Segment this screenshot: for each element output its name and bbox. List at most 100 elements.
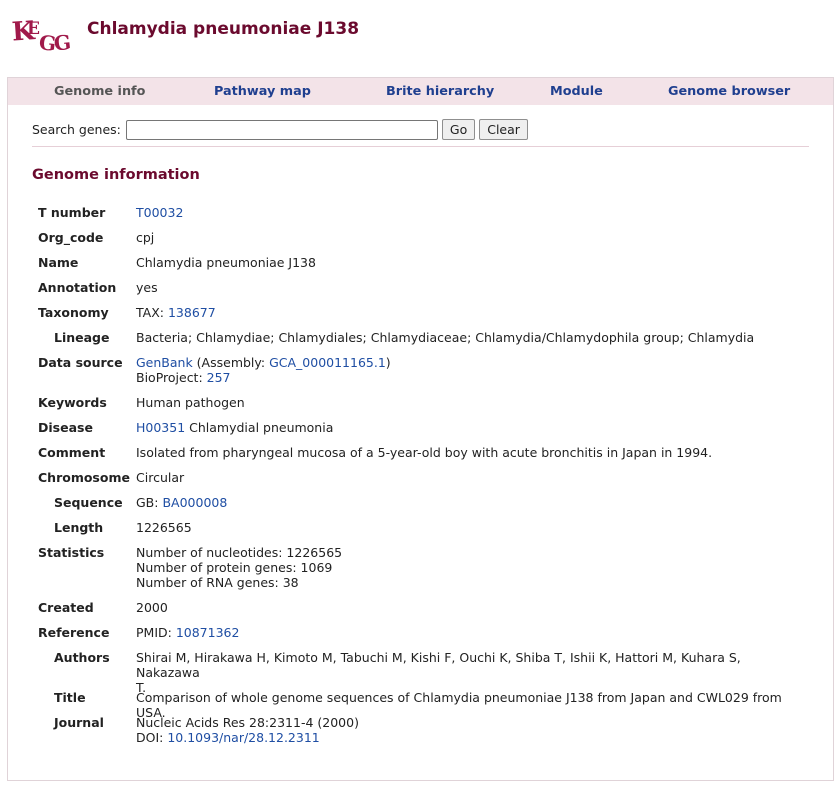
row-label: Annotation [38,280,117,295]
value-line: Isolated from pharyngeal mucosa of a 5-y… [136,445,801,460]
value-text: yes [136,280,158,295]
value-line: Circular [136,470,801,485]
row-label: Disease [38,420,93,435]
value-link[interactable]: 10871362 [176,625,240,640]
value-link[interactable]: 257 [207,370,231,385]
row-label: Lineage [54,330,110,345]
row-label: Data source [38,355,123,370]
row-label: Statistics [38,545,105,560]
row-label: Reference [38,625,110,640]
value-line: Bacteria; Chlamydiae; Chlamydiales; Chla… [136,330,801,345]
search-input[interactable] [125,119,438,140]
row-label: Org_code [38,230,104,245]
value-line: cpj [136,230,801,245]
row-label: Length [54,520,104,535]
value-line: yes [136,280,801,295]
value-line: TAX: 138677 [136,305,801,320]
row-value: H00351 Chlamydial pneumonia [136,420,801,435]
row-label: Journal [54,715,104,730]
value-link[interactable]: GenBank [136,355,193,370]
value-line: GB: BA000008 [136,495,801,510]
value-link[interactable]: 138677 [168,305,216,320]
value-line: Shirai M, Hirakawa H, Kimoto M, Tabuchi … [136,650,801,680]
go-button[interactable]: Go [441,119,476,140]
value-line: GenBank (Assembly: GCA_000011165.1) [136,355,801,370]
clear-button[interactable]: Clear [479,119,528,140]
value-text: 1226565 [136,520,192,535]
value-link[interactable]: H00351 [136,420,185,435]
divider [32,146,809,147]
row-label: Taxonomy [38,305,109,320]
value-link[interactable]: T00032 [136,205,183,220]
page-title: Chlamydia pneumoniae J138 [87,19,360,39]
value-link[interactable]: 10.1093/nar/28.12.2311 [167,730,319,745]
tab-pathway-map[interactable]: Pathway map [214,84,311,99]
content-frame: Genome info Pathway map Brite hierarchy … [7,77,834,781]
row-value: GB: BA000008 [136,495,801,510]
row-label: Name [38,255,79,270]
value-text: Chlamydial pneumonia [185,420,334,435]
value-line: DOI: 10.1093/nar/28.12.2311 [136,730,801,745]
row-value: Circular [136,470,801,485]
value-text: Nucleic Acids Res 28:2311-4 (2000) [136,715,359,730]
value-link[interactable]: GCA_000011165.1 [269,355,386,370]
value-text: cpj [136,230,155,245]
row-value: cpj [136,230,801,245]
value-text: TAX: [136,305,168,320]
value-line: BioProject: 257 [136,370,801,385]
value-text: Bacteria; Chlamydiae; Chlamydiales; Chla… [136,330,755,345]
row-value: Nucleic Acids Res 28:2311-4 (2000) DOI: 1… [136,715,801,745]
row-value: T00032 [136,205,801,220]
value-line: 2000 [136,600,801,615]
row-value: Chlamydia pneumoniae J138 [136,255,801,270]
value-text: DOI: [136,730,168,745]
row-value: Shirai M, Hirakawa H, Kimoto M, Tabuchi … [136,650,801,695]
value-text: PMID: [136,625,176,640]
nav-bar: Genome info Pathway map Brite hierarchy … [8,78,833,105]
header: K E G G Chlamydia pneumoniae J138 [0,0,840,72]
row-label: T number [38,205,106,220]
tab-module[interactable]: Module [550,84,603,99]
tab-genome-info[interactable]: Genome info [54,84,145,99]
value-line: Number of RNA genes: 38 [136,575,801,590]
value-line: Chlamydia pneumoniae J138 [136,255,801,270]
svg-text:G: G [53,30,72,56]
value-line: H00351 Chlamydial pneumonia [136,420,801,435]
value-line: 1226565 [136,520,801,535]
row-label: Sequence [54,495,123,510]
row-value: 1226565 [136,520,801,535]
value-line: Human pathogen [136,395,801,410]
value-text: Number of protein genes: 1069 [136,560,333,575]
tab-genome-browser[interactable]: Genome browser [668,84,790,99]
value-text: BioProject: [136,370,207,385]
row-value: Human pathogen [136,395,801,410]
row-label: Keywords [38,395,107,410]
row-value: 2000 [136,600,801,615]
value-text: Human pathogen [136,395,245,410]
row-value: Number of nucleotides: 1226565 Number of … [136,545,801,590]
value-line: Nucleic Acids Res 28:2311-4 (2000) [136,715,801,730]
value-text: GB: [136,495,163,510]
svg-text:E: E [27,19,40,39]
value-text: (Assembly: [192,355,270,370]
row-label: Created [38,600,94,615]
row-label: Title [54,690,86,705]
search-label: Search genes: [32,122,121,137]
row-value: yes [136,280,801,295]
value-text: Number of RNA genes: 38 [136,575,299,590]
row-label: Authors [54,650,110,665]
row-label: Chromosome [38,470,130,485]
value-link[interactable]: BA000008 [162,495,227,510]
tab-brite-hierarchy[interactable]: Brite hierarchy [386,84,494,99]
search-bar: Search genes: Go Clear [32,119,528,140]
value-text: Shirai M, Hirakawa H, Kimoto M, Tabuchi … [136,650,741,680]
row-value: Isolated from pharyngeal mucosa of a 5-y… [136,445,801,460]
kegg-logo[interactable]: K E G G [12,14,72,58]
value-text: Isolated from pharyngeal mucosa of a 5-y… [136,445,713,460]
value-text: Circular [136,470,185,485]
value-line: Number of nucleotides: 1226565 [136,545,801,560]
value-text: Number of nucleotides: 1226565 [136,545,343,560]
value-line: Number of protein genes: 1069 [136,560,801,575]
value-text: Chlamydia pneumoniae J138 [136,255,316,270]
value-line: PMID: 10871362 [136,625,801,640]
